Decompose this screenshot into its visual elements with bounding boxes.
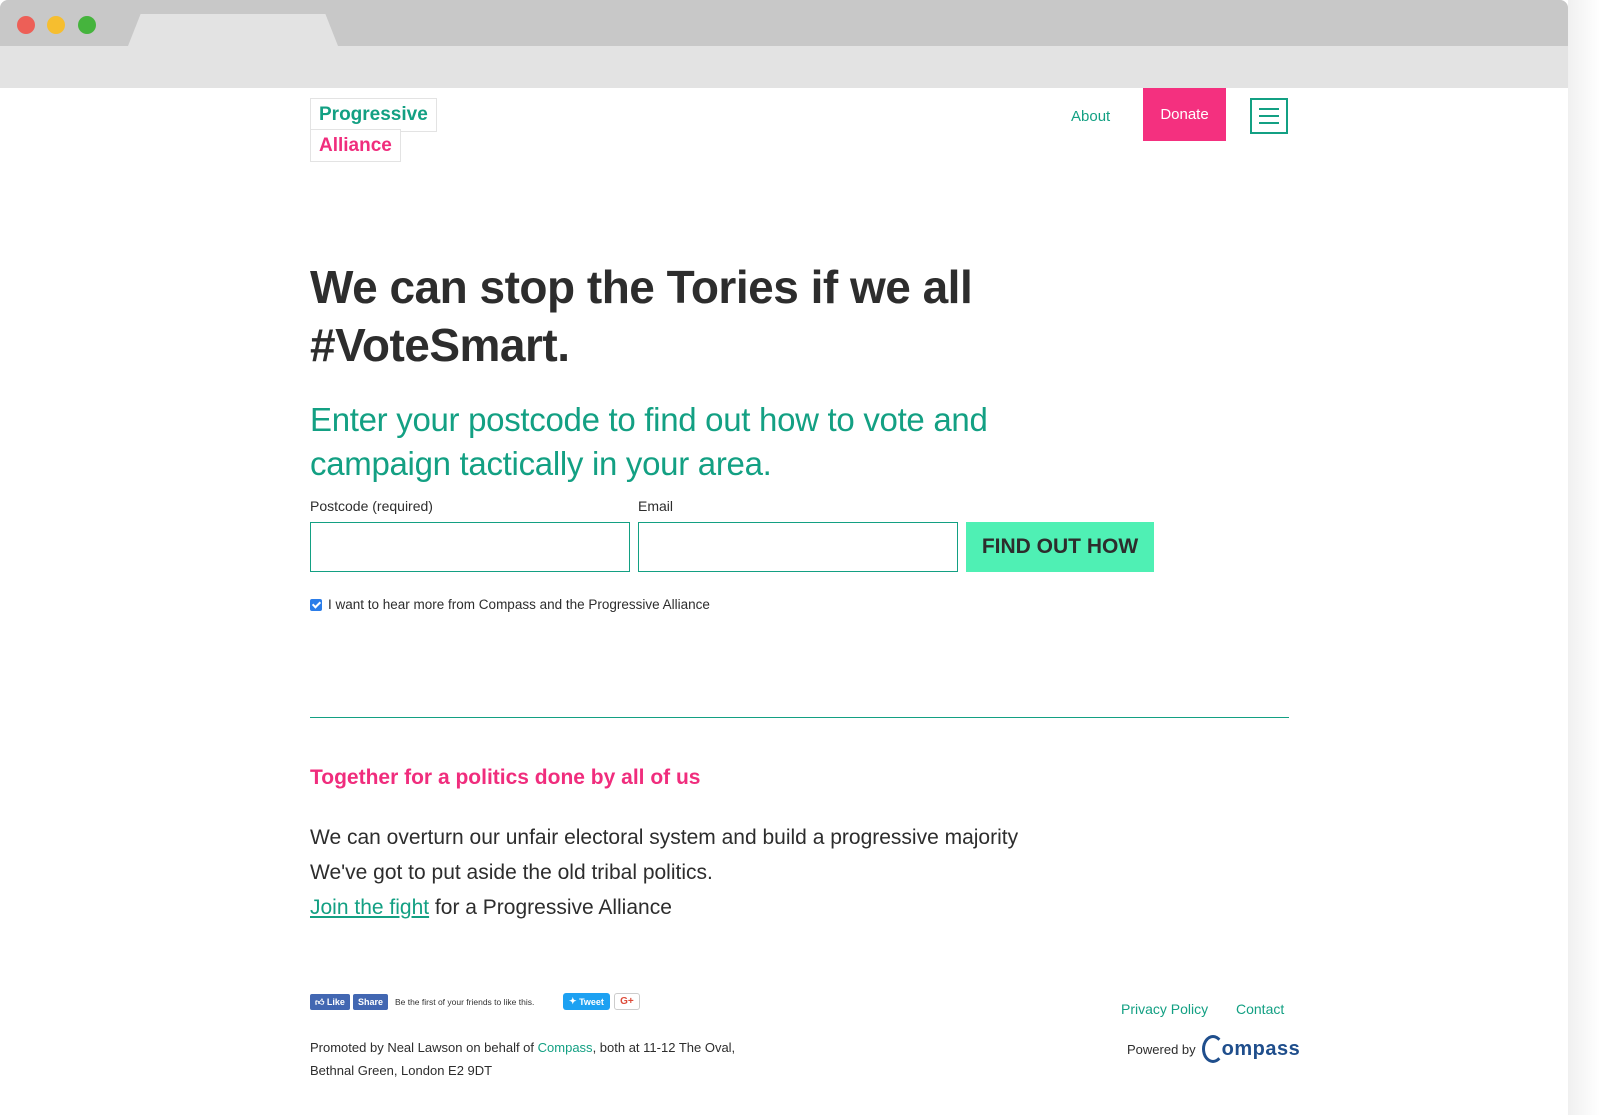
headline-line-2: #VoteSmart. <box>310 319 570 371</box>
logo-line-alliance: Alliance <box>310 129 401 162</box>
section-divider <box>310 717 1289 718</box>
imprint-address: Bethnal Green, London E2 9DT <box>310 1063 493 1078</box>
headline-line-1: We can stop the Tories if we all <box>310 261 973 313</box>
share-buttons: ✦ Tweet G+ <box>563 993 640 1010</box>
twitter-bird-icon: ✦ <box>569 996 577 1006</box>
imprint-prefix: Promoted by Neal Lawson on behalf of <box>310 1040 538 1055</box>
menu-bar <box>1259 108 1279 110</box>
menu-bar <box>1259 122 1279 124</box>
powered-by: Powered by ompass <box>1127 1035 1300 1063</box>
optin-checkbox[interactable] <box>310 598 322 611</box>
powered-by-label: Powered by <box>1127 1041 1196 1057</box>
facebook-widget: 👍︎ Like Share Be the first of your frien… <box>310 994 534 1010</box>
mission-title: Together for a politics done by all of u… <box>310 766 701 789</box>
google-plus-button[interactable]: G+ <box>613 993 640 1010</box>
facebook-share-button[interactable]: Share <box>352 994 388 1010</box>
mission-line-3: Join the fight for a Progressive Allianc… <box>310 893 1110 923</box>
mission-line-1: We can overturn our unfair electoral sys… <box>310 826 1019 849</box>
find-out-how-button[interactable]: FIND OUT HOW <box>966 522 1154 572</box>
browser-tab[interactable] <box>128 14 338 46</box>
page-headline: We can stop the Tories if we all #VoteSm… <box>310 258 1070 374</box>
optin-row: I want to hear more from Compass and the… <box>310 597 710 612</box>
maximize-window-icon[interactable] <box>78 16 96 34</box>
imprint-text: Promoted by Neal Lawson on behalf of Com… <box>310 1036 780 1082</box>
mission-line-2: We've got to put aside the old tribal po… <box>310 861 713 884</box>
logo-line-progressive: Progressive <box>310 98 437 132</box>
tweet-label: Tweet <box>579 996 604 1007</box>
compass-link[interactable]: Compass <box>538 1040 593 1055</box>
browser-window-chrome <box>0 0 1568 88</box>
close-window-icon[interactable] <box>17 16 35 34</box>
nav-link-about[interactable]: About <box>1071 108 1110 125</box>
imprint-suffix: , both at 11-12 The Oval, <box>592 1040 736 1055</box>
postcode-label: Postcode (required) <box>310 498 433 514</box>
facebook-like-label: Like <box>326 997 345 1007</box>
contact-link[interactable]: Contact <box>1236 1001 1284 1017</box>
hamburger-menu-icon[interactable] <box>1250 98 1288 134</box>
privacy-policy-link[interactable]: Privacy Policy <box>1121 1001 1208 1017</box>
compass-logo-mark <box>1201 1035 1224 1063</box>
menu-bar <box>1259 115 1279 117</box>
optin-label: I want to hear more from Compass and the… <box>328 597 710 612</box>
minimize-window-icon[interactable] <box>47 16 65 34</box>
join-the-fight-link[interactable]: Join the fight <box>310 896 429 919</box>
thumbs-up-icon: 👍︎ <box>315 996 325 1007</box>
email-input[interactable] <box>638 522 958 572</box>
email-label: Email <box>638 498 674 514</box>
facebook-like-text: Be the first of your friends to like thi… <box>394 997 535 1007</box>
compass-logo-text: ompass <box>1221 1037 1301 1060</box>
facebook-like-button[interactable]: 👍︎ Like <box>310 994 350 1010</box>
compass-logo[interactable]: ompass <box>1201 1035 1301 1063</box>
donate-button[interactable]: Donate <box>1143 88 1226 141</box>
page-subheadline: Enter your postcode to find out how to v… <box>310 401 988 482</box>
tweet-button[interactable]: ✦ Tweet <box>563 993 610 1010</box>
postcode-input[interactable] <box>310 522 630 572</box>
window-shadow <box>1568 0 1600 1115</box>
mission-line-3-suffix: for a Progressive Alliance <box>429 896 672 919</box>
